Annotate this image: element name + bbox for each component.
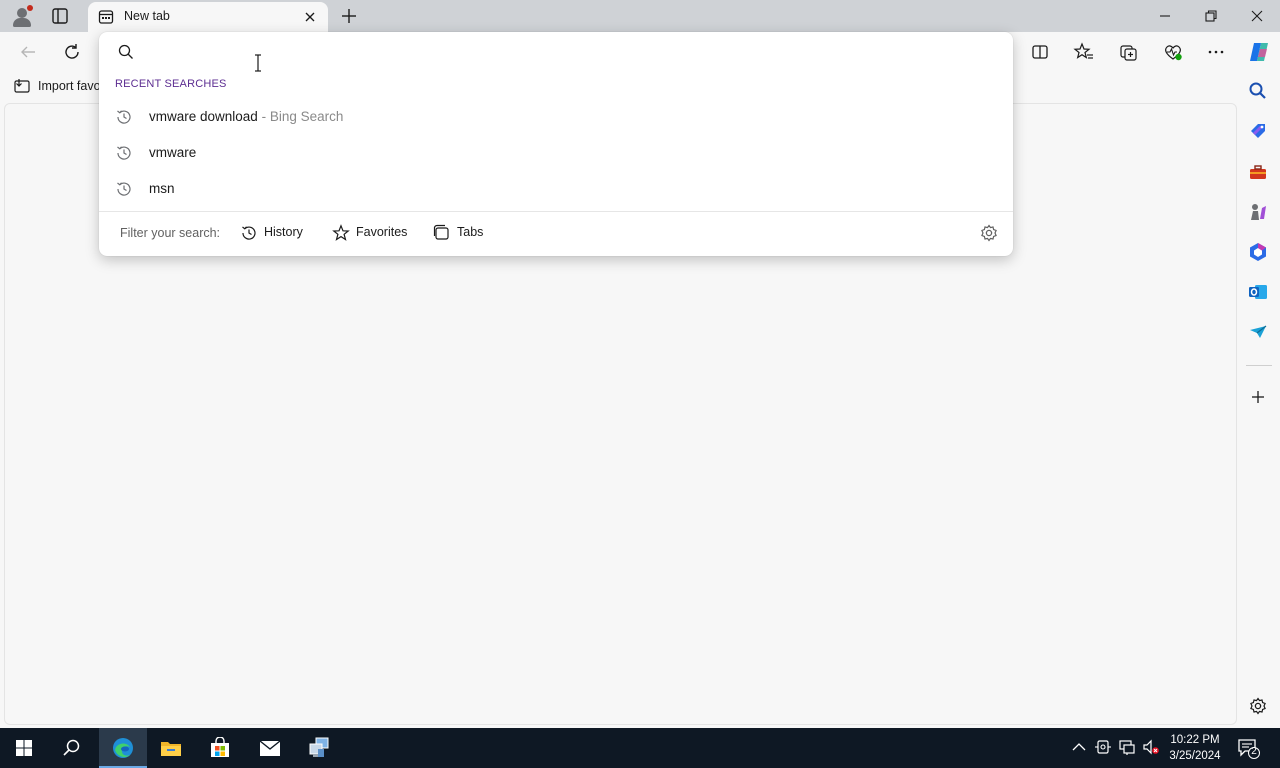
start-button[interactable] <box>0 728 48 768</box>
history-icon <box>242 226 256 240</box>
recent-search-source: - Bing Search <box>261 109 344 124</box>
notifications-button[interactable]: 2 <box>1236 736 1260 760</box>
restore-button[interactable] <box>1201 6 1221 26</box>
recent-search-item[interactable]: vmware download - Bing Search <box>99 99 1013 135</box>
folder-icon <box>161 742 181 756</box>
volume-muted-icon[interactable] <box>1142 738 1160 756</box>
recent-search-text: vmware <box>149 145 197 160</box>
history-icon <box>117 146 131 160</box>
history-icon <box>117 182 131 196</box>
new-tab-button[interactable] <box>338 5 360 27</box>
clock-date: 3/25/2024 <box>1169 750 1221 762</box>
taskbar-edge[interactable] <box>99 728 147 768</box>
star-icon <box>332 224 350 241</box>
taskbar-file-explorer[interactable] <box>147 728 195 768</box>
recent-search-item[interactable]: msn <box>99 171 1013 207</box>
back-icon[interactable] <box>17 41 39 63</box>
import-favorites-label: Import favo <box>38 79 101 93</box>
new-tab-page-icon <box>98 10 114 24</box>
more-options-icon[interactable] <box>1205 41 1227 63</box>
search-icon <box>63 739 80 756</box>
browser-essentials-icon[interactable] <box>1162 41 1184 63</box>
remote-desktop-icon <box>309 737 329 757</box>
history-icon <box>117 110 131 124</box>
split-screen-icon[interactable] <box>1029 41 1051 63</box>
close-window-button[interactable] <box>1247 6 1267 26</box>
sidebar <box>1238 72 1280 728</box>
taskbar: 10:22 PM 3/25/2024 2 <box>0 728 1280 768</box>
close-tab-icon[interactable] <box>302 9 318 25</box>
tab-title: New tab <box>124 9 170 23</box>
clock-time: 10:22 PM <box>1170 734 1220 746</box>
collections-icon[interactable] <box>1118 41 1140 63</box>
address-input[interactable] <box>145 42 985 64</box>
filter-favorites-label: Favorites <box>356 225 408 239</box>
windows-logo-icon <box>16 740 32 756</box>
edge-icon <box>113 738 133 758</box>
settings-icon[interactable] <box>979 223 999 243</box>
filter-tabs-label: Tabs <box>457 225 484 239</box>
copilot-icon[interactable] <box>1246 39 1272 65</box>
outlook-icon[interactable] <box>1248 282 1268 302</box>
tab-new-tab[interactable]: New tab <box>88 2 328 32</box>
microsoft-365-icon[interactable] <box>1248 242 1268 262</box>
mail-icon <box>259 740 281 756</box>
recent-search-text: msn <box>149 181 175 196</box>
network-icon[interactable] <box>1118 738 1136 756</box>
recent-searches-heading: RECENT SEARCHES <box>115 78 227 90</box>
add-icon[interactable] <box>1248 387 1268 407</box>
search-icon <box>118 44 133 59</box>
show-hidden-icons-icon[interactable] <box>1070 738 1088 756</box>
sidebar-settings-icon[interactable] <box>1248 696 1268 716</box>
text-cursor-icon <box>255 54 261 72</box>
games-icon[interactable] <box>1248 202 1268 222</box>
tab-actions-icon[interactable] <box>48 5 72 27</box>
address-bar-dropdown: RECENT SEARCHES vmware download - Bing S… <box>99 32 1013 256</box>
device-icon[interactable] <box>1094 738 1112 756</box>
taskbar-search-button[interactable] <box>48 728 96 768</box>
sidebar-divider <box>1246 365 1272 366</box>
filter-history-button[interactable]: History <box>240 223 310 243</box>
notification-count: 2 <box>1251 746 1257 757</box>
store-icon <box>211 737 229 757</box>
system-clock[interactable]: 10:22 PM 3/25/2024 <box>1162 732 1228 764</box>
taskbar-microsoft-store[interactable] <box>196 728 244 768</box>
search-icon[interactable] <box>1248 81 1268 101</box>
tab-strip: New tab <box>0 0 1280 32</box>
taskbar-app[interactable] <box>295 728 343 768</box>
taskbar-mail[interactable] <box>246 728 294 768</box>
filter-favorites-button[interactable]: Favorites <box>332 223 412 243</box>
drop-icon[interactable] <box>1248 322 1268 342</box>
import-icon <box>14 79 30 93</box>
refresh-icon[interactable] <box>61 41 83 63</box>
favorites-icon[interactable] <box>1073 41 1095 63</box>
recent-search-item[interactable]: vmware <box>99 135 1013 171</box>
filter-history-label: History <box>264 225 303 239</box>
profile-icon[interactable] <box>10 4 34 28</box>
minimize-button[interactable] <box>1155 6 1175 26</box>
tools-icon[interactable] <box>1248 162 1268 182</box>
shopping-tag-icon[interactable] <box>1248 122 1268 142</box>
dropdown-divider <box>99 211 1013 212</box>
recent-search-text: vmware download <box>149 109 258 124</box>
filter-tabs-button[interactable]: Tabs <box>433 223 489 243</box>
filter-label: Filter your search: <box>120 226 221 240</box>
tabs-icon <box>433 224 449 240</box>
